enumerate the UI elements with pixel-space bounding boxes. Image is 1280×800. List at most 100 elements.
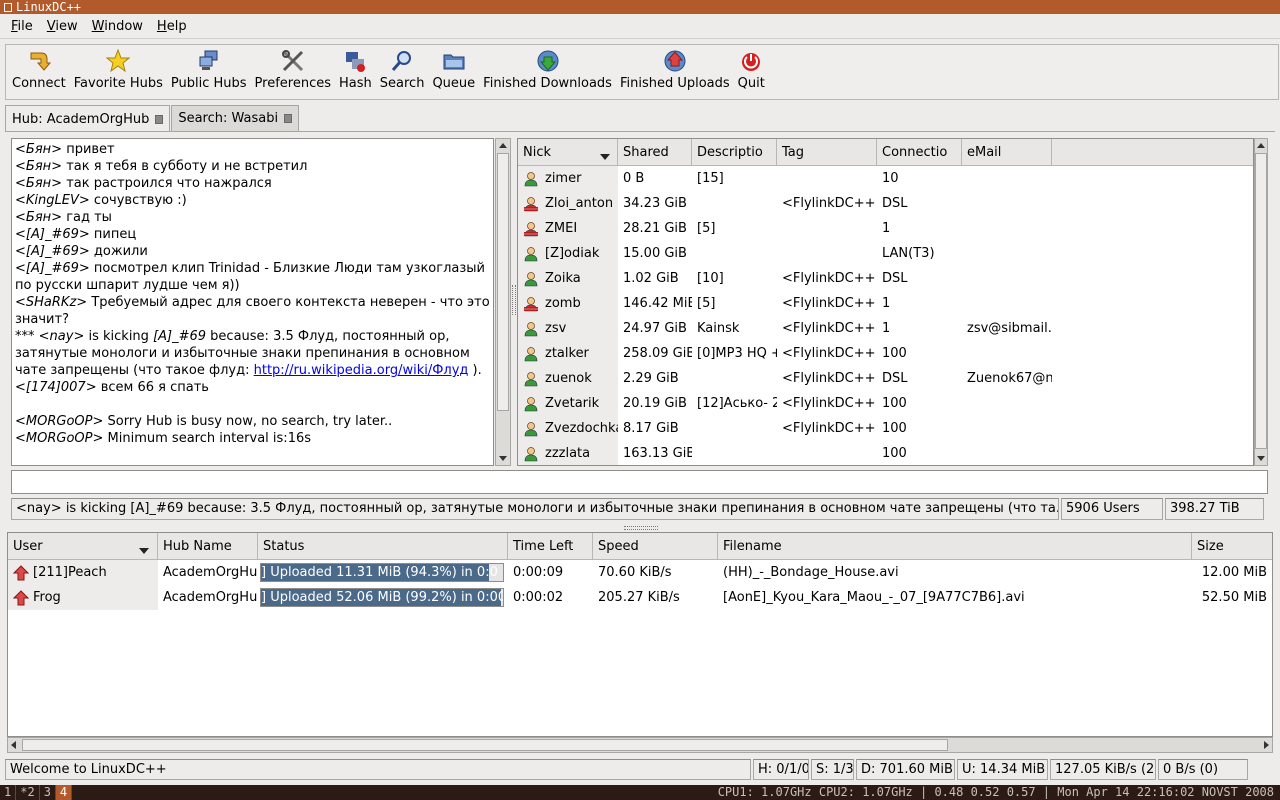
tab-search[interactable]: Search: Wasabi — [171, 105, 300, 131]
user-row[interactable]: Zvetarik 20.19 GiB [12]Асько- 2 <FlylinkDC+… — [518, 391, 1253, 416]
finished-uploads-button[interactable]: Finished Uploads — [616, 43, 734, 99]
scroll-thumb[interactable] — [497, 153, 509, 411]
pane-resize-handle[interactable] — [512, 285, 516, 315]
scroll-up-icon[interactable] — [1257, 143, 1265, 148]
workspace-1[interactable]: 1 — [0, 785, 17, 800]
user-row[interactable]: zimer 0 B [15] 10 — [518, 166, 1253, 191]
chat-nick[interactable]: Бян — [26, 210, 51, 225]
column-tag[interactable]: Tag — [777, 139, 877, 165]
scroll-down-icon[interactable] — [1257, 456, 1265, 461]
status-upload-speed: 127.05 KiB/s (2) — [1050, 759, 1156, 780]
user-nick: Zloi_anton — [545, 196, 614, 211]
user-connection: 100 — [882, 421, 907, 436]
user-description: Kainsk — [697, 321, 740, 336]
column-filename[interactable]: Filename — [718, 533, 1192, 559]
scroll-down-icon[interactable] — [499, 456, 507, 461]
transfer-hscrollbar[interactable] — [7, 737, 1273, 753]
user-row[interactable]: zsv 24.97 GiB Kainsk <FlylinkDC++ V 1 zsv@sib… — [518, 316, 1253, 341]
scroll-right-icon[interactable] — [1264, 741, 1269, 749]
transfer-filename: [AonE]_Kyou_Kara_Maou_-_07_[9A77C7B6].av… — [723, 590, 1025, 605]
column-connection[interactable]: Connectio — [877, 139, 962, 165]
chat-nick[interactable]: [A]_#69 — [26, 244, 79, 259]
menu-window[interactable]: Window — [85, 19, 150, 34]
user-row[interactable]: zzzlata 163.13 GiB 100 — [518, 441, 1253, 465]
menu-view[interactable]: View — [40, 19, 85, 34]
user-icon — [523, 396, 539, 412]
column-email[interactable]: eMail — [962, 139, 1052, 165]
chat-nick[interactable]: [A]_#69 — [26, 261, 79, 276]
pane-resize-handle[interactable] — [624, 526, 658, 530]
chat-text: так я тебя в субботу и не встретил — [62, 159, 308, 174]
chat-nick[interactable]: [A]_#69 — [26, 227, 79, 242]
scroll-thumb[interactable] — [22, 739, 948, 751]
chat-scrollbar[interactable] — [495, 138, 511, 466]
transfer-hub: AcademOrgHu — [163, 590, 258, 605]
chat-nick[interactable]: MORGoOP — [26, 414, 93, 429]
user-row[interactable]: Zoika 1.02 GiB [10] <FlylinkDC++ V DSL — [518, 266, 1253, 291]
chat-nick[interactable]: SHaRKz — [26, 295, 76, 310]
chat-input[interactable] — [11, 470, 1268, 494]
user-row[interactable]: ZMEI 28.21 GiB [5] 1 — [518, 216, 1253, 241]
workspace-2[interactable]: *2 — [16, 785, 40, 800]
column-shared[interactable]: Shared — [618, 139, 692, 165]
user-list-scrollbar[interactable] — [1254, 138, 1268, 466]
user-row[interactable]: [Z]odiak 15.00 GiB LAN(T3) — [518, 241, 1253, 266]
chat-link[interactable]: http://ru.wikipedia.org/wiki/Флуд — [254, 363, 469, 378]
chat-nick[interactable]: Бян — [26, 159, 51, 174]
menu-help[interactable]: Help — [150, 19, 194, 34]
user-nick-cell: Zvetarik — [518, 391, 618, 416]
scroll-thumb[interactable] — [1255, 153, 1267, 449]
chat-message: <MORGoOP> Minimum search interval is:16s — [15, 431, 312, 446]
connect-button[interactable]: Connect — [8, 43, 70, 99]
column-time-left[interactable]: Time Left — [508, 533, 593, 559]
quit-button[interactable]: Quit — [734, 43, 769, 99]
user-row[interactable]: Zvezdochka 8.17 GiB <FlylinkDC++ V 100 — [518, 416, 1253, 441]
chat-nick[interactable]: KingLEV — [26, 193, 79, 208]
user-row[interactable]: zuenok 2.29 GiB <FlylinkDC++ V DSL Zuenok67@… — [518, 366, 1253, 391]
chat-log[interactable]: <Бян> привет <Бян> так я тебя в субботу и… — [11, 138, 494, 466]
scroll-up-icon[interactable] — [499, 143, 507, 148]
transfer-row[interactable]: [211]Peach AcademOrgHu] Uploaded 11.31 Mi… — [8, 560, 1272, 585]
column-description[interactable]: Descriptio — [692, 139, 777, 165]
finished-downloads-button[interactable]: Finished Downloads — [479, 43, 616, 99]
search-button[interactable]: Search — [376, 43, 429, 99]
favorite-hubs-button[interactable]: Favorite Hubs — [70, 43, 167, 99]
user-nick-cell: Zoika — [518, 266, 618, 291]
menu-file[interactable]: File — [4, 19, 40, 34]
preferences-button[interactable]: Preferences — [251, 43, 335, 99]
column-user[interactable]: User — [8, 533, 158, 559]
transfer-user-cell: Frog — [8, 585, 158, 610]
user-row[interactable]: zomb 146.42 MiB [5] <FlylinkDC++ V 1 — [518, 291, 1253, 316]
connect-icon — [27, 49, 51, 73]
chat-nick[interactable]: Бян — [26, 176, 51, 191]
chat-kick-message: *** <nay> is kicking [A]_#69 because: 3.… — [15, 329, 482, 378]
hub-status-message: <nay> is kicking [A]_#69 because: 3.5 Фл… — [11, 498, 1059, 520]
queue-button[interactable]: Queue — [428, 43, 479, 99]
chat-nick[interactable]: MORGoOP — [26, 431, 93, 446]
scroll-left-icon[interactable] — [11, 741, 16, 749]
chat-message: <Бян> гад ты — [15, 210, 112, 225]
workspace-3[interactable]: 3 — [40, 785, 56, 800]
column-hub-name[interactable]: Hub Name — [158, 533, 258, 559]
user-connection: 100 — [882, 346, 907, 361]
chat-nick[interactable]: Бян — [26, 142, 51, 157]
close-tab-icon[interactable] — [284, 114, 293, 123]
user-tag: <FlylinkDC++ V — [782, 396, 877, 411]
column-status[interactable]: Status — [258, 533, 508, 559]
workspace-4[interactable]: 4 — [55, 785, 73, 800]
toolbar: Connect Favorite Hubs Public Hubs Prefer… — [5, 44, 1279, 100]
tab-hub[interactable]: Hub: AcademOrgHub — [5, 105, 171, 132]
column-speed[interactable]: Speed — [593, 533, 718, 559]
public-hubs-button[interactable]: Public Hubs — [167, 43, 251, 99]
close-tab-icon[interactable] — [155, 114, 164, 124]
user-row[interactable]: Zloi_anton 34.23 GiB <FlylinkDC++ V DSL — [518, 191, 1253, 216]
hash-button[interactable]: Hash — [335, 43, 376, 99]
transfer-row[interactable]: Frog AcademOrgHu] Uploaded 52.06 MiB (99.… — [8, 585, 1272, 610]
transfer-status-cell: ] Uploaded 11.31 MiB (94.3%) in 0:0 — [258, 563, 508, 582]
status-download-speed: 0 B/s (0) — [1158, 759, 1248, 780]
user-connection: 1 — [882, 321, 891, 336]
window-menu-icon[interactable] — [4, 3, 12, 12]
column-size[interactable]: Size — [1192, 533, 1272, 559]
sort-descending-icon — [600, 149, 610, 164]
user-row[interactable]: ztalker 258.09 GiB [0]MP3 HQ + <FlylinkDC++… — [518, 341, 1253, 366]
